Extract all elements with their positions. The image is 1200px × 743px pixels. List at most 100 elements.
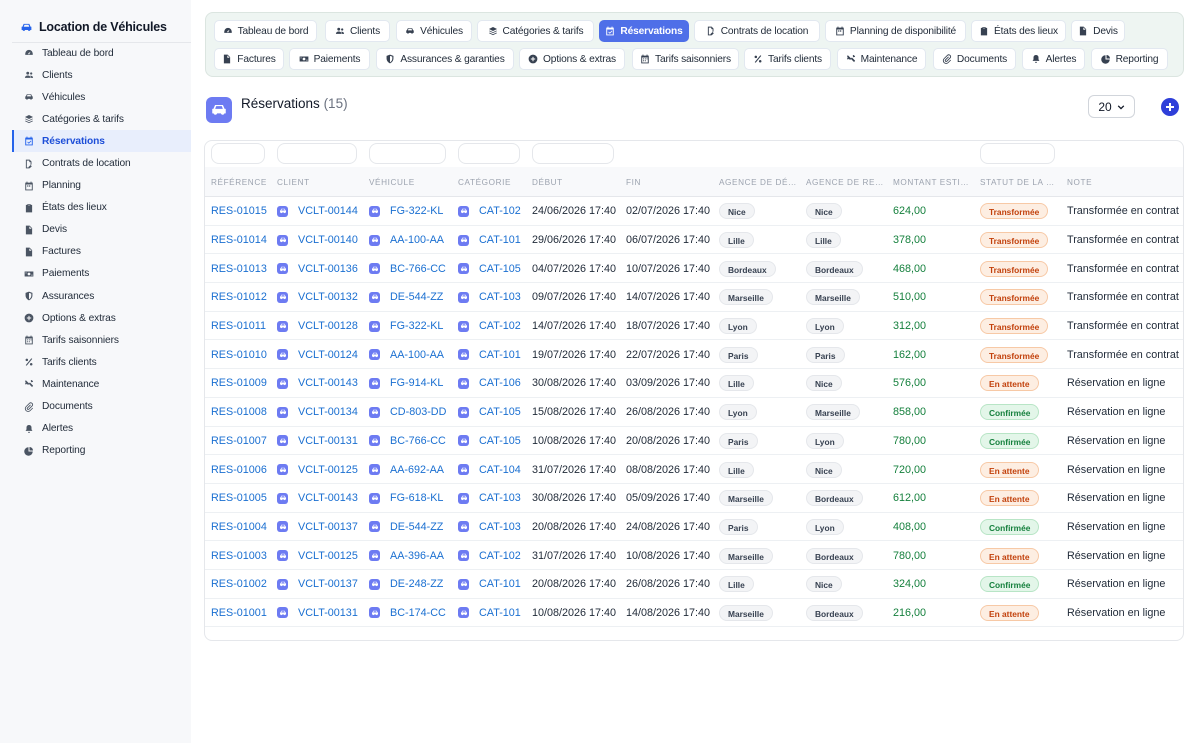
sidebar-item-8[interactable]: Devis bbox=[12, 219, 191, 241]
category-link[interactable]: CAT-101 bbox=[479, 578, 521, 590]
sidebar-item-1[interactable]: Clients bbox=[12, 64, 191, 86]
vehicle-link[interactable]: DE-544-ZZ bbox=[390, 291, 443, 303]
table-row[interactable]: RES-01005 VCLT-00143 FG-618-KL CAT-103 30/08… bbox=[205, 484, 1183, 513]
vehicle-link[interactable]: BC-766-CC bbox=[390, 435, 446, 447]
category-link[interactable]: CAT-101 bbox=[479, 607, 521, 619]
category-link[interactable]: CAT-102 bbox=[479, 205, 521, 217]
category-link[interactable]: CAT-104 bbox=[479, 464, 521, 476]
client-link[interactable]: VCLT-00131 bbox=[298, 607, 358, 619]
tab-1[interactable]: Clients bbox=[325, 20, 390, 42]
tab-17[interactable]: Alertes bbox=[1022, 48, 1085, 70]
tab-8[interactable]: Devis bbox=[1071, 20, 1125, 42]
client-link[interactable]: VCLT-00143 bbox=[298, 377, 358, 389]
reservation-ref-link[interactable]: RES-01004 bbox=[211, 521, 267, 533]
sidebar-item-10[interactable]: Paiements bbox=[12, 263, 191, 285]
column-header[interactable]: Agence de re… bbox=[806, 167, 885, 197]
vehicle-link[interactable]: FG-322-KL bbox=[390, 320, 443, 332]
table-row[interactable]: RES-01010 VCLT-00124 AA-100-AA CAT-101 19/07… bbox=[205, 340, 1183, 370]
table-row[interactable]: RES-01008 VCLT-00134 CD-803-DD CAT-105 15/08… bbox=[205, 398, 1183, 427]
client-link[interactable]: VCLT-00144 bbox=[298, 205, 358, 217]
page-size-select[interactable]: 20 bbox=[1088, 95, 1135, 118]
table-row[interactable]: RES-01002 VCLT-00137 DE-248-ZZ CAT-101 20/08… bbox=[205, 570, 1183, 599]
category-link[interactable]: CAT-106 bbox=[479, 377, 521, 389]
sidebar-item-2[interactable]: Véhicules bbox=[12, 86, 191, 108]
vehicle-link[interactable]: BC-766-CC bbox=[390, 263, 446, 275]
sidebar-item-12[interactable]: Options & extras bbox=[12, 307, 191, 329]
vehicle-link[interactable]: CD-803-DD bbox=[390, 406, 446, 418]
sidebar-item-4[interactable]: Réservations bbox=[12, 130, 191, 153]
tab-18[interactable]: Reporting bbox=[1091, 48, 1168, 70]
reservation-ref-link[interactable]: RES-01001 bbox=[211, 607, 267, 619]
client-link[interactable]: VCLT-00124 bbox=[298, 349, 358, 361]
tab-13[interactable]: Tarifs saisonniers bbox=[632, 48, 739, 70]
client-link[interactable]: VCLT-00125 bbox=[298, 550, 358, 562]
reservation-ref-link[interactable]: RES-01002 bbox=[211, 578, 267, 590]
sidebar-item-13[interactable]: Tarifs saisonniers bbox=[12, 329, 191, 351]
column-header[interactable]: Catégorie bbox=[458, 167, 524, 197]
vehicle-link[interactable]: FG-618-KL bbox=[390, 492, 443, 504]
category-link[interactable]: CAT-103 bbox=[479, 492, 521, 504]
reservation-ref-link[interactable]: RES-01005 bbox=[211, 492, 267, 504]
client-link[interactable]: VCLT-00128 bbox=[298, 320, 358, 332]
reservation-ref-link[interactable]: RES-01007 bbox=[211, 435, 267, 447]
table-row[interactable]: RES-01004 VCLT-00137 DE-544-ZZ CAT-103 20/08… bbox=[205, 513, 1183, 542]
vehicle-link[interactable]: BC-174-CC bbox=[390, 607, 446, 619]
add-reservation-button[interactable] bbox=[1161, 98, 1179, 116]
filter-reference-input[interactable] bbox=[211, 143, 265, 164]
table-row[interactable]: RES-01007 VCLT-00131 BC-766-CC CAT-105 10/08… bbox=[205, 427, 1183, 456]
sidebar-item-7[interactable]: États des lieux bbox=[12, 197, 191, 219]
sidebar-item-14[interactable]: Tarifs clients bbox=[12, 351, 191, 373]
vehicle-link[interactable]: DE-248-ZZ bbox=[390, 578, 443, 590]
filter-category-input[interactable] bbox=[458, 143, 520, 164]
vehicle-link[interactable]: AA-100-AA bbox=[390, 234, 444, 246]
sidebar-item-16[interactable]: Documents bbox=[12, 396, 191, 418]
vehicle-link[interactable]: AA-100-AA bbox=[390, 349, 444, 361]
table-row[interactable]: RES-01009 VCLT-00143 FG-914-KL CAT-106 30/08… bbox=[205, 369, 1183, 398]
reservation-ref-link[interactable]: RES-01009 bbox=[211, 377, 267, 389]
sidebar-item-6[interactable]: Planning bbox=[12, 175, 191, 197]
vehicle-link[interactable]: DE-544-ZZ bbox=[390, 521, 443, 533]
column-header[interactable]: Référence bbox=[211, 167, 269, 197]
sidebar-item-5[interactable]: Contrats de location bbox=[12, 152, 191, 174]
reservation-ref-link[interactable]: RES-01015 bbox=[211, 205, 267, 217]
client-link[interactable]: VCLT-00136 bbox=[298, 263, 358, 275]
tab-14[interactable]: Tarifs clients bbox=[744, 48, 831, 70]
sidebar-item-15[interactable]: Maintenance bbox=[12, 373, 191, 395]
filter-start-input[interactable] bbox=[532, 143, 614, 164]
sidebar-item-18[interactable]: Reporting bbox=[12, 440, 191, 462]
vehicle-link[interactable]: FG-914-KL bbox=[390, 377, 443, 389]
tab-6[interactable]: Planning de disponibilité bbox=[825, 20, 966, 42]
vehicle-link[interactable]: FG-322-KL bbox=[390, 205, 443, 217]
tab-0[interactable]: Tableau de bord bbox=[214, 20, 317, 42]
tab-7[interactable]: États des lieux bbox=[971, 20, 1066, 42]
filter-status-input[interactable] bbox=[980, 143, 1055, 164]
column-header[interactable]: Agence de dé… bbox=[719, 167, 798, 197]
category-link[interactable]: CAT-102 bbox=[479, 550, 521, 562]
column-header[interactable]: Client bbox=[277, 167, 361, 197]
category-link[interactable]: CAT-103 bbox=[479, 521, 521, 533]
reservation-ref-link[interactable]: RES-01012 bbox=[211, 291, 267, 303]
tab-2[interactable]: Véhicules bbox=[396, 20, 472, 42]
client-link[interactable]: VCLT-00137 bbox=[298, 578, 358, 590]
table-row[interactable]: RES-01014 VCLT-00140 AA-100-AA CAT-101 29/06… bbox=[205, 226, 1183, 255]
tab-15[interactable]: Maintenance bbox=[837, 48, 926, 70]
column-header[interactable]: Note bbox=[1067, 167, 1175, 197]
table-row[interactable]: RES-01001 VCLT-00131 BC-174-CC CAT-101 10/08… bbox=[205, 599, 1183, 628]
category-link[interactable]: CAT-101 bbox=[479, 349, 521, 361]
column-header[interactable]: Fin bbox=[626, 167, 711, 197]
vehicle-link[interactable]: AA-396-AA bbox=[390, 550, 444, 562]
category-link[interactable]: CAT-105 bbox=[479, 435, 521, 447]
table-row[interactable]: RES-01006 VCLT-00125 AA-692-AA CAT-104 31/07… bbox=[205, 455, 1183, 484]
client-link[interactable]: VCLT-00131 bbox=[298, 435, 358, 447]
reservation-ref-link[interactable]: RES-01013 bbox=[211, 263, 267, 275]
table-row[interactable]: RES-01011 VCLT-00128 FG-322-KL CAT-102 14/07… bbox=[205, 312, 1183, 341]
client-link[interactable]: VCLT-00125 bbox=[298, 464, 358, 476]
column-header[interactable]: Statut de la … bbox=[980, 167, 1059, 197]
tab-11[interactable]: Assurances & garanties bbox=[376, 48, 514, 70]
column-header[interactable]: Véhicule bbox=[369, 167, 450, 197]
category-link[interactable]: CAT-101 bbox=[479, 234, 521, 246]
table-row[interactable]: RES-01003 VCLT-00125 AA-396-AA CAT-102 31/07… bbox=[205, 541, 1183, 570]
category-link[interactable]: CAT-105 bbox=[479, 406, 521, 418]
tab-10[interactable]: Paiements bbox=[289, 48, 370, 70]
vehicle-link[interactable]: AA-692-AA bbox=[390, 464, 444, 476]
